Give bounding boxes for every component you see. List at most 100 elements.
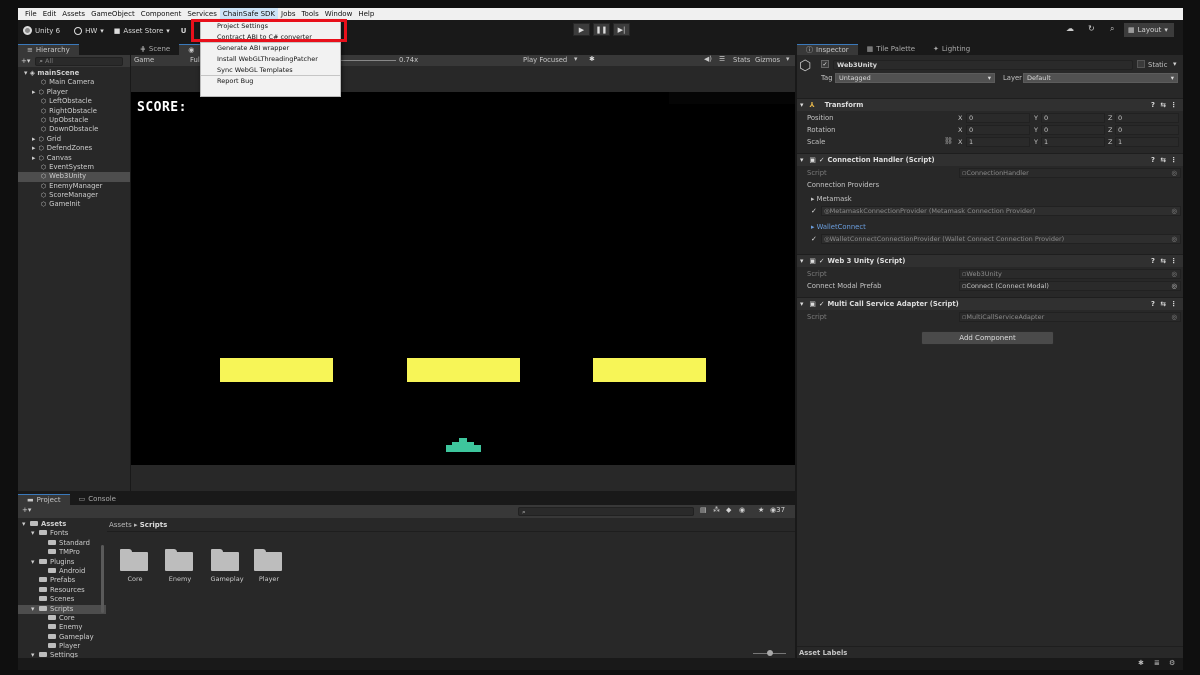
help-icon[interactable]: ? [1151,101,1155,109]
scene-root[interactable]: ▾ ◈ mainScene [18,69,130,78]
active-checkbox[interactable]: ✓ [821,60,829,68]
project-tree-item[interactable]: Prefabs [18,576,106,585]
hierarchy-search-input[interactable]: ⌕ All [35,56,124,66]
project-tree-item[interactable]: ▾ Plugins [18,558,106,567]
add-component-button[interactable]: Add Component [921,331,1054,345]
breadcrumb-scripts[interactable]: Scripts [140,521,168,529]
hierarchy-item-downobstacle[interactable]: ⬡ DownObstacle [18,125,130,134]
tag-dropdown[interactable]: Untagged ▾ [835,73,995,83]
menu-help[interactable]: Help [355,8,377,20]
breadcrumb-assets[interactable]: Assets [109,521,132,529]
tab-inspector[interactable]: ⓘ Inspector [797,44,858,55]
menu-gameobject[interactable]: GameObject [88,8,138,20]
rotation-y-field[interactable]: 0 [1041,125,1105,135]
preset-icon[interactable]: ⇆ [1160,257,1166,265]
scale-z-field[interactable]: 1 [1115,137,1179,147]
label-icon[interactable]: ◆ [726,506,731,514]
tab-scene[interactable]: ⋕ Scene [131,44,180,55]
component-enabled-checkbox[interactable]: ✓ [819,156,825,164]
project-tree-item[interactable]: ▾ Fonts [18,529,106,538]
project-tree-item[interactable]: TMPro [18,548,106,557]
hierarchy-item-gameinit[interactable]: ⬡ GameInit [18,200,130,209]
chevron-down-icon[interactable]: ▾ [31,605,38,614]
database-icon[interactable]: ≣ [1154,659,1160,667]
display-dropdown[interactable]: Game [134,56,154,64]
layer-dropdown[interactable]: Default ▾ [1023,73,1178,83]
metamask-checkbox[interactable]: ✓ [811,207,817,215]
speaker-icon[interactable]: ◀) [704,55,712,63]
step-button[interactable]: ▶| [613,23,630,36]
hierarchy-item-canvas[interactable]: ▸ ⬡ Canvas [18,154,130,163]
history-icon[interactable]: ↻ [1088,24,1095,33]
gizmos-dropdown[interactable]: Gizmos [755,56,780,64]
walletconnect-foldout[interactable]: ▸ WalletConnect [811,223,866,231]
object-name-field[interactable]: Web3Unity [833,60,1133,70]
hierarchy-item-web3unity[interactable]: ⬡ Web3Unity [18,172,130,182]
stats-button[interactable]: Stats [733,56,750,64]
tree-scrollbar[interactable] [101,545,104,613]
project-tree-item[interactable]: ▾ Scripts [18,604,106,614]
scale-x-field[interactable]: 1 [966,137,1030,147]
hierarchy-item-scoremanager[interactable]: ⬡ ScoreManager [18,191,130,200]
bug-icon[interactable]: ✱ [589,55,595,63]
folder-enemy[interactable]: Enemy [163,549,203,599]
rotation-z-field[interactable]: 0 [1115,125,1179,135]
static-checkbox[interactable] [1137,60,1145,68]
slider-thumb[interactable] [767,650,773,656]
settings-icon[interactable]: ⚙ [1169,659,1175,667]
hierarchy-item-leftobstacle[interactable]: ⬡ LeftObstacle [18,97,130,106]
pause-button[interactable]: ❚❚ [593,23,610,36]
chevron-down-icon[interactable]: ▾ [22,520,29,529]
component-enabled-checkbox[interactable]: ✓ [819,257,825,265]
tab-project[interactable]: ▬ Project [18,494,70,505]
more-icon[interactable]: ⋮ [1170,101,1177,109]
chevron-down-icon[interactable]: ▾ [31,558,38,567]
menu-assets[interactable]: Assets [59,8,88,20]
more-icon[interactable]: ⋮ [1170,156,1177,164]
menu-file[interactable]: File [22,8,40,20]
tab-hierarchy[interactable]: ≡ Hierarchy [18,44,79,55]
game-viewport[interactable]: SCORE: [131,92,795,465]
eye-icon[interactable]: ◉ [739,506,745,514]
help-icon[interactable]: ? [1151,257,1155,265]
account-button[interactable]: HW ▾ [69,23,109,39]
chevron-down-icon[interactable]: ▾ [1173,60,1177,68]
layers-icon[interactable]: ☰ [719,55,725,63]
more-icon[interactable]: ⋮ [1170,257,1177,265]
menu-item-install-webgl-threading-patcher[interactable]: Install WebGLThreadingPatcher [201,54,340,65]
connect-modal-field[interactable]: ▫Connect (Connect Modal) ◎ [959,281,1181,291]
chevron-down-icon[interactable]: ▾ [31,529,38,538]
filter-icon[interactable]: ▤ [700,506,707,514]
metamask-foldout[interactable]: ▸ Metamask [811,195,852,203]
web3unity-header[interactable]: ▾ ▣ ✓ Web 3 Unity (Script) ? ⇆ ⋮ [797,254,1183,267]
project-tree-item[interactable]: ▾ Assets [18,520,106,529]
project-tree-item[interactable]: Resources [18,586,106,595]
link-icon[interactable]: ⛓ [944,137,953,145]
position-x-field[interactable]: 0 [966,113,1030,123]
hierarchy-item-main-camera[interactable]: ⬡ Main Camera [18,78,130,87]
hierarchy-item-player[interactable]: ▸ ⬡ Player [18,88,130,97]
hierarchy-item-grid[interactable]: ▸ ⬡ Grid [18,135,130,144]
tab-console[interactable]: ▭ Console [69,494,125,505]
menu-item-sync-webgl-templates[interactable]: Sync WebGL Templates [201,65,340,76]
help-icon[interactable]: ? [1151,156,1155,164]
menu-item-report-bug[interactable]: Report Bug [201,76,340,87]
preset-icon[interactable]: ⇆ [1160,101,1166,109]
transform-header[interactable]: ▾ ⅄ Transform ? ⇆ ⋮ [797,98,1183,111]
tab-tile-palette[interactable]: ▦ Tile Palette [857,44,925,55]
cloud-icon[interactable]: ☁ [1066,24,1074,33]
position-z-field[interactable]: 0 [1115,113,1179,123]
asset-store-button[interactable]: ■ Asset Store ▾ [109,23,175,39]
project-tree-item[interactable]: Android [18,567,106,576]
component-enabled-checkbox[interactable]: ✓ [819,300,825,308]
menu-component[interactable]: Component [138,8,185,20]
hierarchy-item-defendzones[interactable]: ▸ ⬡ DefendZones [18,144,130,153]
hierarchy-item-rightobstacle[interactable]: ⬡ RightObstacle [18,107,130,116]
unity-version-button[interactable]: Unity 6 [18,23,65,39]
folder-core[interactable]: Core [118,549,158,599]
project-tree-item[interactable]: Core [18,614,106,623]
scale-slider[interactable] [341,60,396,61]
project-tree-item[interactable]: Scenes [18,595,106,604]
connection-handler-header[interactable]: ▾ ▣ ✓ Connection Handler (Script) ? ⇆ ⋮ [797,153,1183,166]
project-tree-item[interactable]: Standard [18,539,106,548]
